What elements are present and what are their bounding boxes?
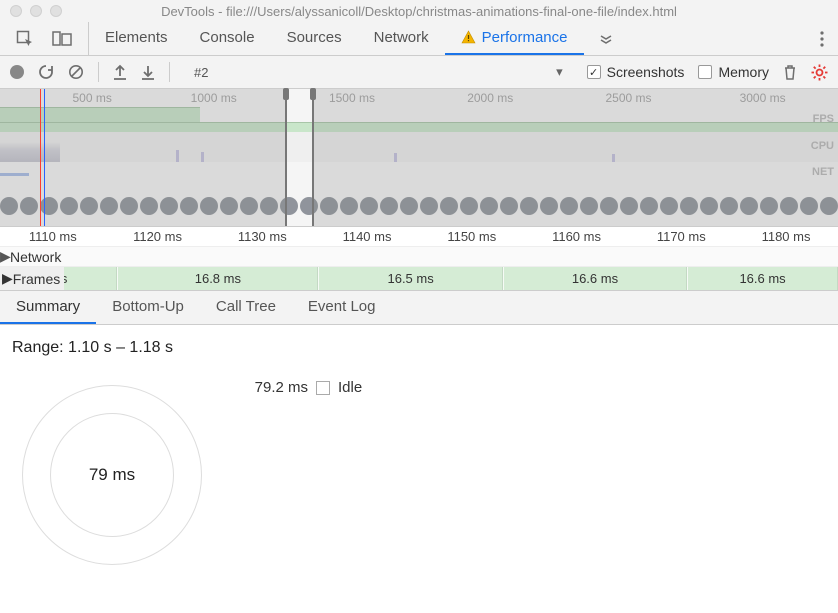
expand-icon[interactable]: ▶	[0, 248, 10, 265]
record-button[interactable]	[10, 65, 24, 79]
row-label: Frames	[13, 271, 60, 287]
ruler-tick: 1180 ms	[762, 229, 811, 244]
overview-unselected	[0, 89, 285, 226]
devtools-tabbar: Elements Console Sources Network Perform…	[0, 22, 838, 56]
tab-performance[interactable]: Performance	[445, 22, 584, 55]
profile-name: #2	[188, 65, 208, 80]
overview-pane[interactable]: 500 ms1000 ms1500 ms2000 ms2500 ms3000 m…	[0, 89, 838, 227]
ruler-tick: 1110 ms	[29, 229, 77, 244]
expand-icon[interactable]: ▶	[2, 270, 13, 287]
tab-label: Performance	[482, 29, 568, 46]
screenshots-checkbox[interactable]: Screenshots	[587, 64, 685, 80]
frame-cell[interactable]: 16.5 ms	[318, 267, 502, 290]
timeline-ruler: 1110 ms 1120 ms 1130 ms 1140 ms 1150 ms 1160 …	[0, 227, 838, 247]
subtab-call-tree[interactable]: Call Tree	[200, 291, 292, 324]
frame-cell[interactable]: 16.8 ms	[117, 267, 318, 290]
inspect-element-icon[interactable]	[16, 30, 34, 48]
save-profile-button[interactable]	[141, 64, 155, 80]
tab-label: Network	[374, 29, 429, 46]
traffic-lights	[10, 5, 62, 17]
inspect-controls	[0, 22, 89, 55]
dropdown-icon: ▾	[556, 64, 573, 80]
tabs-overflow-button[interactable]	[584, 22, 628, 55]
tab-network[interactable]: Network	[358, 22, 445, 55]
detail-tabs: Summary Bottom-Up Call Tree Event Log	[0, 291, 838, 325]
performance-toolbar: #2 ▾ Screenshots Memory	[0, 56, 838, 89]
ruler-tick: 1140 ms	[343, 229, 392, 244]
checkbox-label: Memory	[718, 64, 769, 80]
tab-elements[interactable]: Elements	[89, 22, 184, 55]
checkbox-icon	[698, 65, 712, 79]
overview-selection[interactable]	[285, 89, 314, 226]
profile-selector[interactable]: #2 ▾	[188, 60, 573, 84]
devtools-menu-button[interactable]	[806, 31, 838, 47]
playhead-red	[40, 89, 41, 226]
record-icon	[10, 65, 24, 79]
timeline-pane[interactable]: 1110 ms 1120 ms 1130 ms 1140 ms 1150 ms 1160 …	[0, 227, 838, 291]
clear-button[interactable]	[68, 64, 84, 80]
network-row[interactable]: ▶ Network	[0, 247, 838, 267]
device-toggle-icon[interactable]	[52, 31, 72, 47]
legend-name: Idle	[338, 379, 362, 396]
tab-label: Console	[200, 29, 255, 46]
summary-donut: 79 ms	[22, 385, 202, 565]
tab-console[interactable]: Console	[184, 22, 271, 55]
load-profile-button[interactable]	[113, 64, 127, 80]
legend-swatch	[316, 381, 330, 395]
separator	[98, 62, 99, 82]
ruler-tick: 1170 ms	[657, 229, 706, 244]
memory-checkbox[interactable]: Memory	[698, 64, 769, 80]
selection-handle-right[interactable]	[310, 88, 316, 100]
ruler-tick: 1150 ms	[447, 229, 496, 244]
summary-panel: Range: 1.10 s – 1.18 s 79 ms 79.2 ms Idl…	[0, 325, 838, 579]
tab-label: Elements	[105, 29, 168, 46]
donut-center: 79 ms	[22, 385, 202, 565]
playhead-blue	[44, 89, 45, 226]
subtab-bottom-up[interactable]: Bottom-Up	[96, 291, 200, 324]
overview-unselected	[314, 89, 838, 226]
ruler-tick: 1160 ms	[552, 229, 601, 244]
frame-cell[interactable]: 16.6 ms	[503, 267, 687, 290]
ruler-tick: 1130 ms	[238, 229, 287, 244]
zoom-dot[interactable]	[50, 5, 62, 17]
frame-cell[interactable]: 16.6 ms	[687, 267, 838, 290]
tab-sources[interactable]: Sources	[271, 22, 358, 55]
tab-label: Sources	[287, 29, 342, 46]
row-label: Network	[10, 249, 61, 265]
range-label: Range: 1.10 s – 1.18 s	[12, 339, 826, 357]
window-titlebar: DevTools - file:///Users/alyssanicoll/De…	[0, 0, 838, 22]
checkbox-label: Screenshots	[607, 64, 685, 80]
collect-garbage-button[interactable]	[783, 64, 797, 80]
window-title: DevTools - file:///Users/alyssanicoll/De…	[0, 4, 838, 19]
reload-record-button[interactable]	[38, 64, 54, 80]
warning-icon	[461, 30, 476, 45]
subtab-summary[interactable]: Summary	[0, 291, 96, 324]
close-dot[interactable]	[10, 5, 22, 17]
minimize-dot[interactable]	[30, 5, 42, 17]
capture-settings-button[interactable]	[811, 64, 828, 81]
separator	[169, 62, 170, 82]
legend-item-idle: 79.2 ms Idle	[242, 379, 362, 396]
checkbox-icon	[587, 65, 601, 79]
frames-row[interactable]: ms16.8 ms16.5 ms16.6 ms16.6 ms ▶ Frames	[0, 267, 838, 291]
subtab-event-log[interactable]: Event Log	[292, 291, 392, 324]
main-tabs: Elements Console Sources Network Perform…	[89, 22, 806, 55]
ruler-tick: 1120 ms	[133, 229, 182, 244]
legend-value: 79.2 ms	[242, 379, 308, 396]
selection-handle-left[interactable]	[283, 88, 289, 100]
